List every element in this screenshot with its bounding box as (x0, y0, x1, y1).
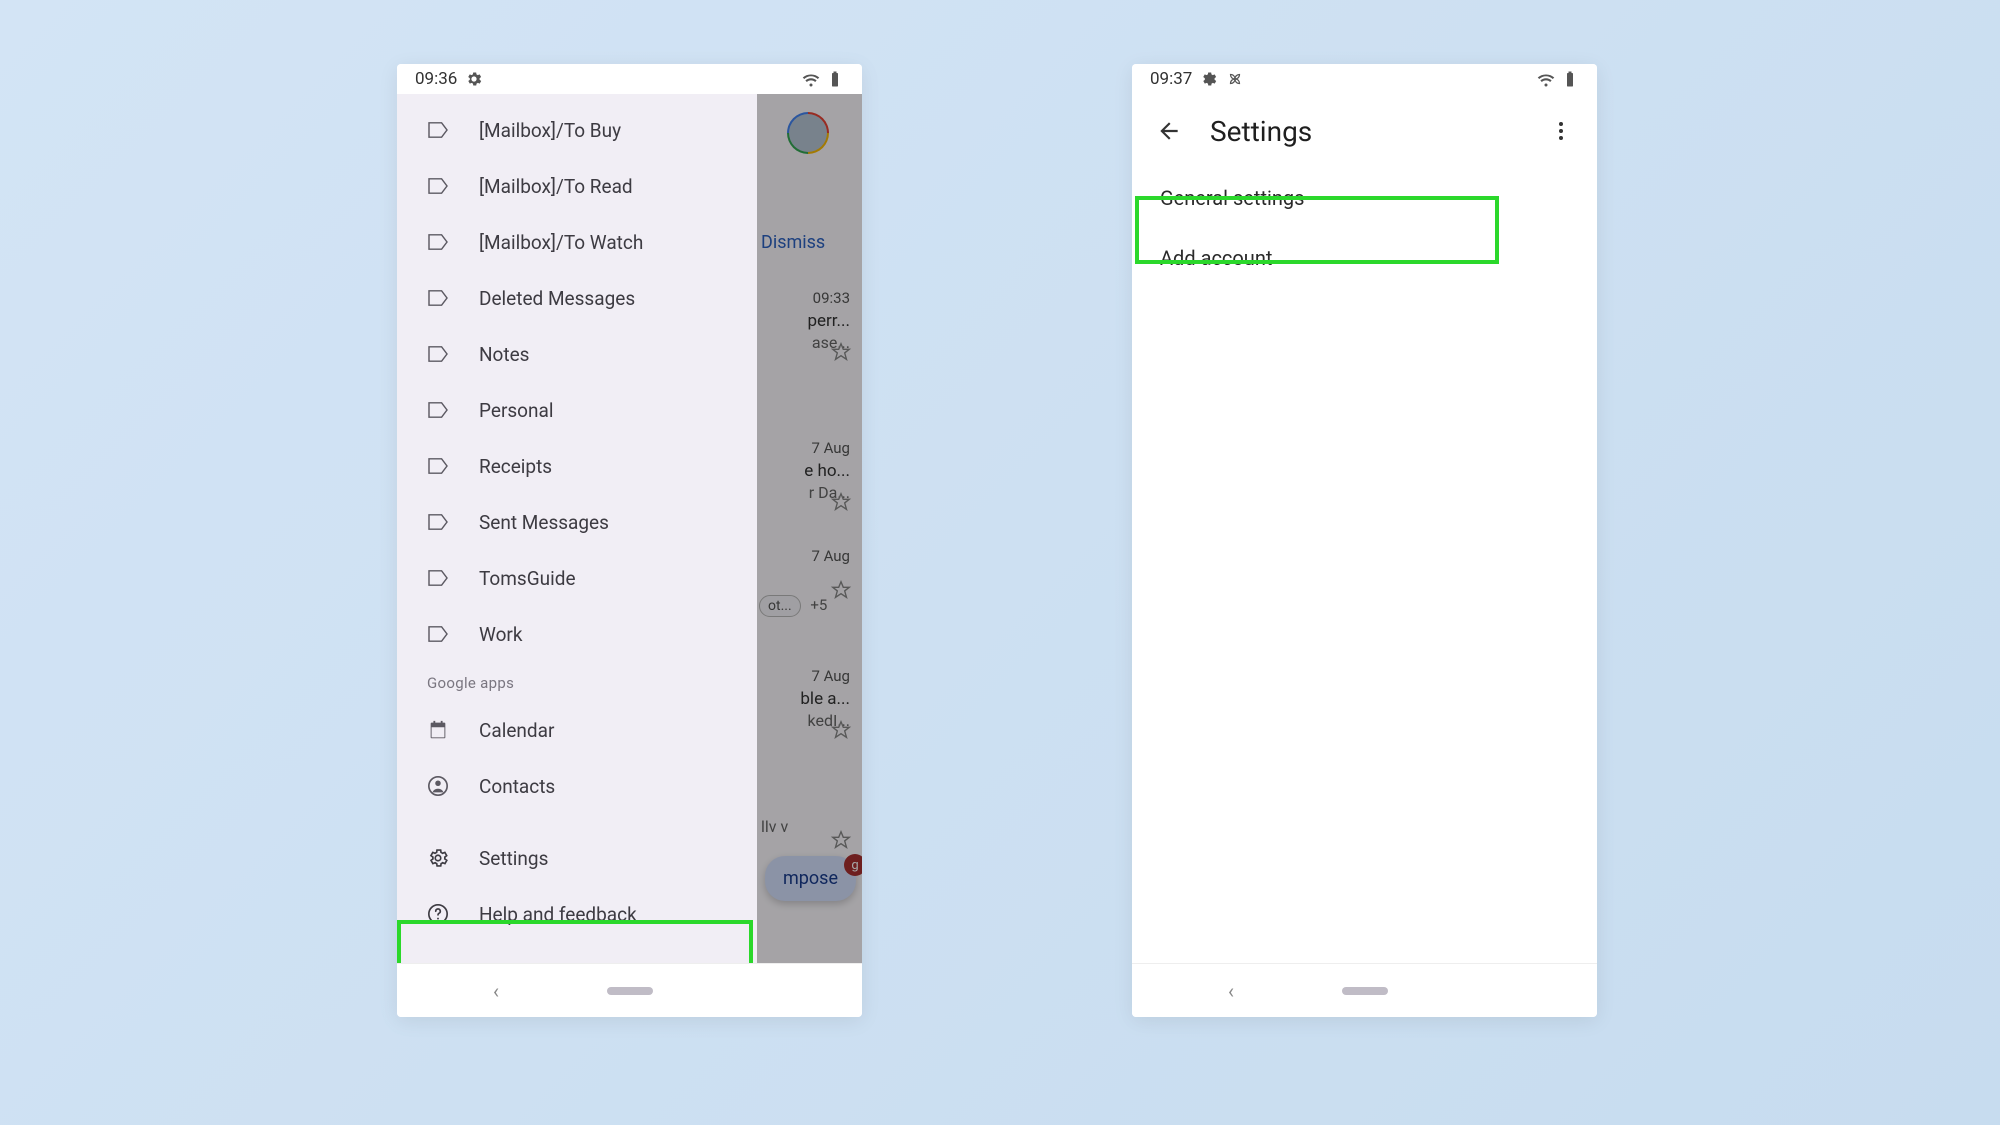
label-text: Work (479, 623, 522, 646)
label-work[interactable]: Work (397, 606, 757, 662)
app-bar: Settings (1132, 94, 1597, 168)
add-account-item[interactable]: Add account (1132, 228, 1597, 288)
nav-pill[interactable] (607, 987, 653, 995)
label-icon (427, 233, 449, 251)
phone-left: 09:36 Dismiss 09:33 perr... ase... 7 Aug… (397, 64, 862, 1017)
wifi-icon (802, 70, 820, 88)
settings-label: Settings (479, 847, 548, 870)
item-label: Add account (1160, 246, 1272, 270)
wifi-icon (1537, 70, 1555, 88)
label-text: Personal (479, 399, 553, 422)
label-text: TomsGuide (479, 567, 576, 590)
app-contacts[interactable]: Contacts (397, 758, 757, 814)
section-google-apps: Google apps (397, 662, 757, 702)
label-sent[interactable]: Sent Messages (397, 494, 757, 550)
help-icon (427, 903, 449, 925)
arrow-back-icon[interactable] (1156, 118, 1182, 144)
calendar-icon (427, 719, 449, 741)
gear-icon (1200, 70, 1218, 88)
label-icon (427, 289, 449, 307)
nav-pill[interactable] (1342, 987, 1388, 995)
label-text: [Mailbox]/To Watch (479, 231, 643, 254)
label-to-buy[interactable]: [Mailbox]/To Buy (397, 102, 757, 158)
settings-item[interactable]: Settings (397, 830, 757, 886)
label-personal[interactable]: Personal (397, 382, 757, 438)
battery-icon (1561, 70, 1579, 88)
nav-back-icon[interactable]: ‹ (493, 979, 499, 1003)
app-label: Calendar (479, 719, 554, 742)
label-icon (427, 457, 449, 475)
label-notes[interactable]: Notes (397, 326, 757, 382)
help-item[interactable]: Help and feedback (397, 886, 757, 942)
label-text: Notes (479, 343, 530, 366)
battery-icon (826, 70, 844, 88)
label-icon (427, 345, 449, 363)
label-deleted[interactable]: Deleted Messages (397, 270, 757, 326)
label-icon (427, 121, 449, 139)
status-bar: 09:37 (1132, 64, 1597, 94)
settings-screen: Settings General settings Add account (1132, 94, 1597, 963)
status-bar: 09:36 (397, 64, 862, 94)
pinwheel-icon (1226, 70, 1244, 88)
label-to-watch[interactable]: [Mailbox]/To Watch (397, 214, 757, 270)
phone-right: 09:37 Settings General settings Add acco… (1132, 64, 1597, 1017)
label-receipts[interactable]: Receipts (397, 438, 757, 494)
contacts-icon (427, 775, 449, 797)
page-title: Settings (1210, 115, 1312, 148)
system-nav: ‹ (397, 963, 862, 1017)
label-tomsguide[interactable]: TomsGuide (397, 550, 757, 606)
label-text: [Mailbox]/To Buy (479, 119, 621, 142)
label-text: Deleted Messages (479, 287, 635, 310)
item-label: General settings (1160, 186, 1304, 210)
help-label: Help and feedback (479, 903, 637, 926)
nav-back-icon[interactable]: ‹ (1228, 979, 1234, 1003)
system-nav: ‹ (1132, 963, 1597, 1017)
drawer-and-inbox: Dismiss 09:33 perr... ase... 7 Aug e ho.… (397, 94, 862, 963)
label-icon (427, 401, 449, 419)
label-text: Sent Messages (479, 511, 609, 534)
status-time: 09:37 (1150, 69, 1192, 89)
label-icon (427, 177, 449, 195)
status-time: 09:36 (415, 69, 457, 89)
gear-icon (465, 70, 483, 88)
more-vert-icon[interactable] (1549, 119, 1573, 143)
label-text: [Mailbox]/To Read (479, 175, 633, 198)
label-icon (427, 513, 449, 531)
nav-drawer: [Mailbox]/To Buy [Mailbox]/To Read [Mail… (397, 94, 757, 963)
label-to-read[interactable]: [Mailbox]/To Read (397, 158, 757, 214)
label-text: Receipts (479, 455, 552, 478)
app-label: Contacts (479, 775, 555, 798)
gear-icon (427, 847, 449, 869)
label-icon (427, 625, 449, 643)
general-settings-item[interactable]: General settings (1132, 168, 1597, 228)
scrim[interactable] (757, 94, 862, 963)
app-calendar[interactable]: Calendar (397, 702, 757, 758)
label-icon (427, 569, 449, 587)
